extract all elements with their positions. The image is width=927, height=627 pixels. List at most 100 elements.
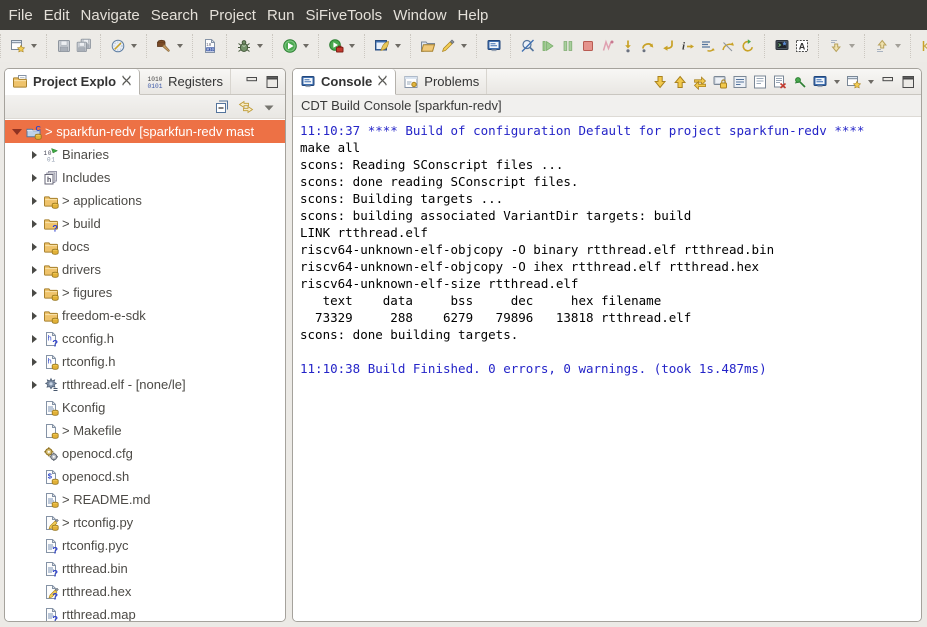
minimize-icon[interactable] [243,73,261,91]
menu-search[interactable]: Search [145,7,204,24]
launch-profile-icon[interactable] [108,36,128,56]
pause-icon[interactable] [558,36,578,56]
expander-icon[interactable] [26,358,42,366]
tree-item[interactable]: ?rtthread.hex [5,580,285,603]
remove-console-icon[interactable] [771,73,789,91]
tab-problems[interactable]: Problems [396,69,487,94]
maximize-icon[interactable] [899,73,917,91]
pin-console-icon[interactable] [791,73,809,91]
expander-icon[interactable] [26,312,42,320]
tab-registers[interactable]: 10100101Registers [140,69,231,94]
build-hammer-icon[interactable] [154,36,174,56]
fetch-up-icon[interactable] [872,36,892,56]
show-full-paths-icon[interactable] [698,36,718,56]
dropdown-caret-icon[interactable] [395,44,401,48]
expander-icon[interactable] [26,174,42,182]
menu-project[interactable]: Project [204,7,262,24]
step-over-icon[interactable] [638,36,658,56]
next-error-icon[interactable] [651,73,669,91]
dropdown-caret-icon[interactable] [257,44,263,48]
save-all-icon[interactable] [74,36,94,56]
dropdown-caret-icon[interactable] [303,44,309,48]
tree-item[interactable]: ?rtthread.bin [5,557,285,580]
expander-icon[interactable] [26,381,42,389]
expander-icon[interactable] [26,220,42,228]
open-console-icon[interactable] [845,73,863,91]
clear-console-icon[interactable] [751,73,769,91]
step-return-icon[interactable] [658,36,678,56]
dropdown-caret-icon[interactable] [131,44,137,48]
tree-item[interactable]: rtthread.elf - [none/le] [5,373,285,396]
last-edit-icon[interactable] [918,36,927,56]
tree-item[interactable]: > rtconfig.py [5,511,285,534]
instruction-step-icon[interactable]: i [678,36,698,56]
tree-item[interactable]: ?> build [5,212,285,235]
editor-window-icon[interactable] [372,36,392,56]
tree-item[interactable]: ?rtthread.map [5,603,285,621]
link-editor-icon[interactable] [236,97,256,117]
expander-icon[interactable] [26,266,42,274]
menu-window[interactable]: Window [388,7,452,24]
tree-item[interactable]: > figures [5,281,285,304]
dropdown-caret-icon[interactable] [849,44,855,48]
console-icon[interactable] [484,36,504,56]
view-menu-icon[interactable] [259,97,279,117]
word-wrap-icon[interactable] [731,73,749,91]
expander-icon[interactable] [26,197,42,205]
dropdown-caret-icon[interactable] [868,80,874,84]
display-console-icon[interactable] [811,73,829,91]
disconnect-icon[interactable] [598,36,618,56]
stop-icon[interactable] [578,36,598,56]
menu-run[interactable]: Run [261,7,300,24]
close-icon[interactable] [121,74,132,89]
pin-terminal-icon[interactable] [772,36,792,56]
expander-icon[interactable] [26,243,42,251]
binary-file-icon[interactable]: 10010 [200,36,220,56]
show-in-editor-icon[interactable] [691,73,709,91]
tab-project-explo[interactable]: Project Explo [5,69,140,95]
collapse-all-icon[interactable] [213,97,233,117]
dropdown-caret-icon[interactable] [461,44,467,48]
open-folder-icon[interactable] [418,36,438,56]
fetch-down-icon[interactable] [826,36,846,56]
debug-bug-icon[interactable] [234,36,254,56]
tree-item[interactable]: openocd.cfg [5,442,285,465]
dropdown-caret-icon[interactable] [177,44,183,48]
new-wizard-icon[interactable] [8,36,28,56]
restart-icon[interactable] [738,36,758,56]
tree-item[interactable]: > README.md [5,488,285,511]
char-encoding-icon[interactable]: A [792,36,812,56]
tree-item[interactable]: docs [5,235,285,258]
tab-console[interactable]: Console [293,69,396,95]
close-icon[interactable] [377,74,388,89]
menu-edit[interactable]: Edit [38,7,75,24]
step-into-icon[interactable] [618,36,638,56]
prev-error-icon[interactable] [671,73,689,91]
dropdown-caret-icon[interactable] [895,44,901,48]
save-icon[interactable] [54,36,74,56]
tree-item[interactable]: hIncludes [5,166,285,189]
external-tools-icon[interactable] [326,36,346,56]
maximize-icon[interactable] [263,73,281,91]
console-lock-icon[interactable] [711,73,729,91]
tree-item[interactable]: > Makefile [5,419,285,442]
tree-item[interactable]: ?rtconfig.pyc [5,534,285,557]
menu-navigate[interactable]: Navigate [75,7,145,24]
tree-item[interactable]: hrtconfig.h [5,350,285,373]
expander-icon[interactable] [26,289,42,297]
expander-icon[interactable] [9,129,25,135]
resume-icon[interactable] [538,36,558,56]
jump-icon[interactable] [718,36,738,56]
tree-item[interactable]: C> sparkfun-redv [sparkfun-redv mast [5,120,285,143]
menu-sifivetools[interactable]: SiFiveTools [300,7,388,24]
magnifier-off-icon[interactable] [518,36,538,56]
tree-item[interactable]: Kconfig [5,396,285,419]
menu-file[interactable]: File [3,7,38,24]
dropdown-caret-icon[interactable] [349,44,355,48]
expander-icon[interactable] [26,151,42,159]
tree-item[interactable]: > applications [5,189,285,212]
tree-item[interactable]: 1001Binaries [5,143,285,166]
run-icon[interactable] [280,36,300,56]
paintbrush-icon[interactable] [438,36,458,56]
dropdown-caret-icon[interactable] [31,44,37,48]
